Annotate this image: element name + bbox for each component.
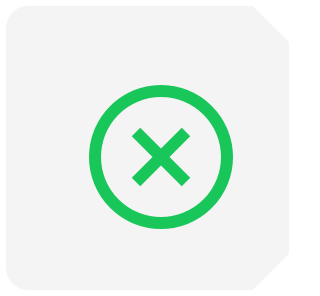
status-dialog-stage	[0, 0, 290, 296]
status-card	[6, 5, 290, 291]
close-circle-icon	[87, 83, 235, 231]
